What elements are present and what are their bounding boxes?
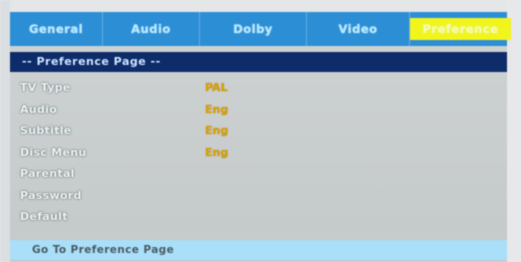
screen-bezel-left xyxy=(0,0,10,262)
setting-row-disc-menu[interactable]: Disc Menu Eng xyxy=(20,143,500,165)
setting-row-parental[interactable]: Parental xyxy=(20,164,500,186)
setting-row-default[interactable]: Default xyxy=(20,207,500,229)
setting-value: PAL xyxy=(205,81,228,94)
settings-list: TV Type PAL Audio Eng Subtitle Eng Disc … xyxy=(20,78,500,229)
tab-audio[interactable]: Audio xyxy=(103,12,200,46)
setting-value: Eng xyxy=(205,145,229,159)
tab-preference[interactable]: Preference xyxy=(410,18,511,40)
tab-video[interactable]: Video xyxy=(307,12,410,46)
setting-value: Eng xyxy=(205,124,229,137)
setting-label: Disc Menu xyxy=(20,145,87,159)
setting-label: Password xyxy=(20,188,82,202)
setting-label: Subtitle xyxy=(20,124,72,137)
setting-label: Parental xyxy=(20,167,75,180)
setting-label: TV Type xyxy=(20,81,71,94)
setting-row-subtitle[interactable]: Subtitle Eng xyxy=(20,121,500,143)
setting-label: Audio xyxy=(20,102,58,116)
setting-label: Default xyxy=(20,210,68,223)
setting-row-tv-type[interactable]: TV Type PAL xyxy=(20,78,500,100)
tab-dolby[interactable]: Dolby xyxy=(200,12,307,46)
setting-row-password[interactable]: Password xyxy=(20,186,500,208)
screen-bezel-top xyxy=(0,0,521,12)
page-title: -- Preference Page -- xyxy=(10,52,507,72)
tab-general[interactable]: General xyxy=(10,12,103,46)
status-hint-bar: Go To Preference Page xyxy=(10,240,507,260)
setting-value: Eng xyxy=(205,102,229,116)
dvd-setup-screen: General Audio Dolby Video Preference -- … xyxy=(0,0,521,262)
setup-tab-bar: General Audio Dolby Video Preference xyxy=(10,12,511,46)
setting-row-audio[interactable]: Audio Eng xyxy=(20,100,500,122)
